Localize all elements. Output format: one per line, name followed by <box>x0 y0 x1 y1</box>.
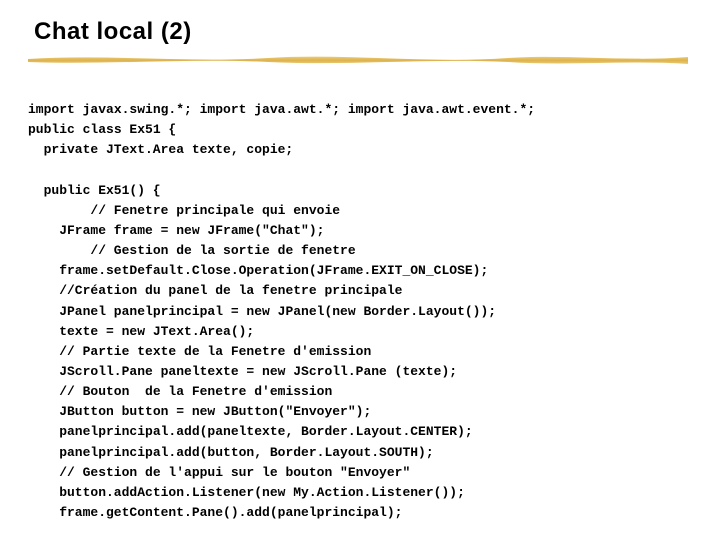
code-line: panelprincipal.add(paneltexte, Border.La… <box>28 422 473 442</box>
code-line: public Ex51() { <box>28 181 161 201</box>
code-line: JPanel panelprincipal = new JPanel(new B… <box>28 302 496 322</box>
code-line: button.addAction.Listener(new My.Action.… <box>28 483 465 503</box>
code-line: JFrame frame = new JFrame("Chat"); <box>28 221 324 241</box>
code-block: import javax.swing.*; import java.awt.*;… <box>28 80 692 543</box>
code-line: frame.setDefault.Close.Operation(JFrame.… <box>28 261 488 281</box>
slide-title: Chat local (2) <box>34 18 692 46</box>
code-line: texte = new JText.Area(); <box>28 322 254 342</box>
code-line: private JText.Area texte, copie; <box>28 140 293 160</box>
title-underline <box>28 52 692 66</box>
code-line: JButton button = new JButton("Envoyer"); <box>28 402 371 422</box>
code-line: // Bouton de la Fenetre d'emission <box>28 382 332 402</box>
code-line: //Création du panel de la fenetre princi… <box>28 281 402 301</box>
code-line: import javax.swing.*; import java.awt.*;… <box>28 102 535 117</box>
code-line: // Gestion de la sortie de fenetre <box>28 241 356 261</box>
code-line: JScroll.Pane paneltexte = new JScroll.Pa… <box>28 362 457 382</box>
code-line: // Partie texte de la Fenetre d'emission <box>28 342 371 362</box>
brush-stroke-icon <box>28 52 688 66</box>
code-line: // Fenetre principale qui envoie <box>28 201 340 221</box>
code-line: // Gestion de l'appui sur le bouton "Env… <box>28 463 410 483</box>
slide: Chat local (2) import javax.swing.*; imp… <box>0 0 720 543</box>
code-line: public class Ex51 { <box>28 122 176 137</box>
code-line: frame.getContent.Pane().add(panelprincip… <box>28 503 402 523</box>
code-line: panelprincipal.add(button, Border.Layout… <box>28 443 434 463</box>
